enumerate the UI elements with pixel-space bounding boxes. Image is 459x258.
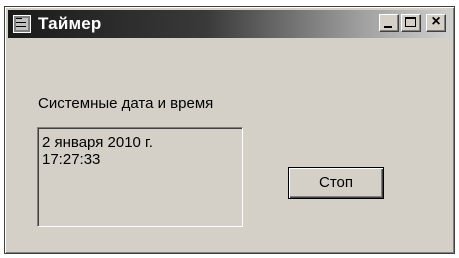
system-datetime-label: Системные дата и время (38, 95, 214, 112)
form-icon[interactable] (13, 15, 31, 33)
window-title: Таймер (38, 14, 102, 33)
title-bar[interactable]: Таймер × (8, 10, 451, 38)
minimize-button[interactable] (379, 14, 399, 32)
maximize-button[interactable] (401, 14, 421, 32)
minimize-icon (384, 26, 392, 28)
timer-window: Таймер × Системные дата и время 2 января… (4, 6, 455, 254)
maximize-icon (405, 17, 416, 27)
stop-button[interactable]: Стоп (288, 167, 384, 199)
date-text: 2 января 2010 г. (42, 134, 153, 151)
datetime-display[interactable]: 2 января 2010 г. 17:27:33 (37, 127, 243, 227)
time-text: 17:27:33 (42, 151, 101, 168)
form-icon-grid (16, 18, 28, 30)
close-icon: × (431, 13, 441, 30)
close-button[interactable]: × (426, 13, 446, 32)
